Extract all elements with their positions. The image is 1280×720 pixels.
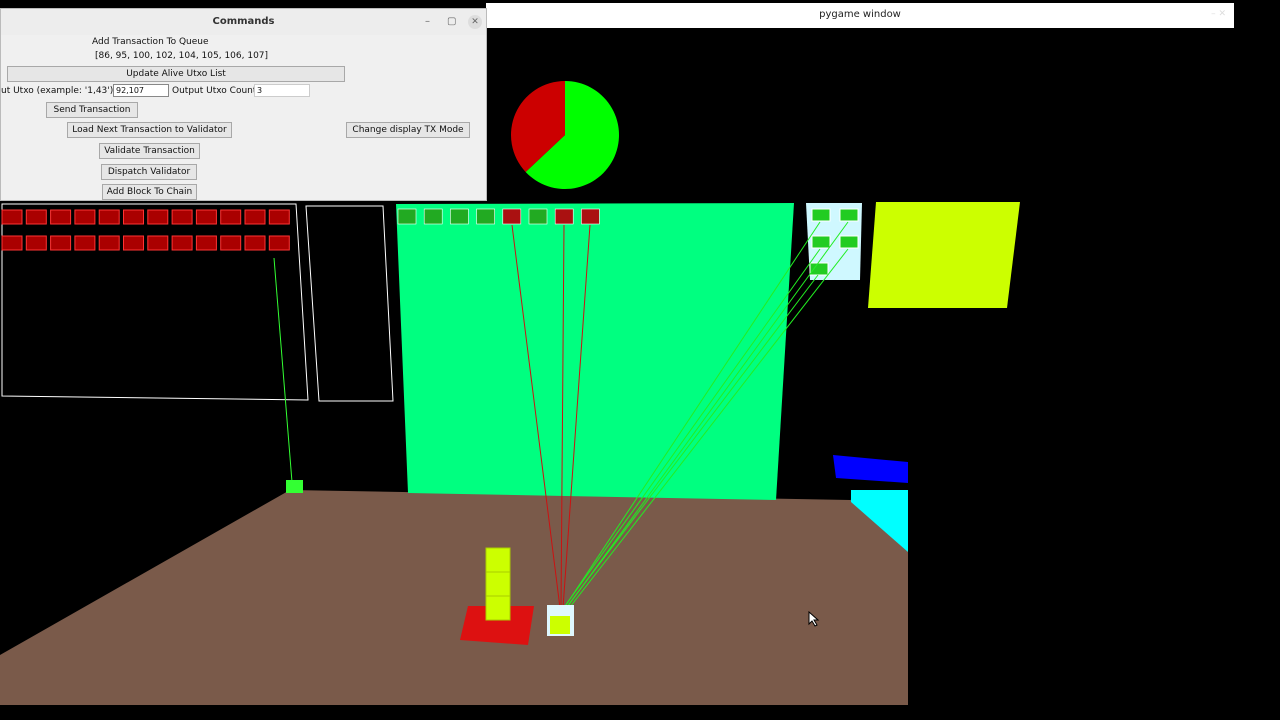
blue-block bbox=[833, 455, 908, 483]
panel-tx-box bbox=[528, 208, 548, 225]
queue-tx-box bbox=[98, 235, 120, 251]
validate-transaction-button[interactable]: Validate Transaction bbox=[99, 143, 200, 159]
dispatch-validator-button[interactable]: Dispatch Validator bbox=[101, 164, 197, 180]
send-transaction-button[interactable]: Send Transaction bbox=[46, 102, 138, 118]
queue-tx-box bbox=[220, 209, 242, 225]
input-utxo-field[interactable]: 92,107 bbox=[113, 84, 169, 97]
queue-tx-box bbox=[50, 209, 72, 225]
queue-tx-box bbox=[1, 235, 23, 251]
queue-tx-box bbox=[1, 209, 23, 225]
queue-tx-box bbox=[50, 235, 72, 251]
yellow-panel bbox=[868, 202, 1020, 308]
panel-tx-box bbox=[397, 208, 417, 225]
panel-tx-box bbox=[423, 208, 443, 225]
panel-tx-box bbox=[554, 208, 574, 225]
alive-utxo-list: [86, 95, 100, 102, 104, 105, 106, 107] bbox=[95, 51, 269, 61]
green-cube bbox=[286, 480, 303, 493]
update-alive-utxo-button[interactable]: Update Alive Utxo List bbox=[7, 66, 345, 82]
queue-tx-box bbox=[171, 235, 193, 251]
input-utxo-label: ut Utxo (example: '1,43') bbox=[1, 86, 114, 96]
output-utxo-count-label: Output Utxo Count bbox=[172, 86, 257, 96]
queue-tx-box bbox=[123, 235, 144, 251]
commands-window[interactable]: Commands – ▢ ✕ Add Transaction To Queue … bbox=[0, 8, 487, 201]
queue-tx-box bbox=[268, 235, 290, 251]
output-utxo-count-field[interactable]: 3 bbox=[254, 84, 310, 97]
queue-tx-box bbox=[171, 209, 193, 225]
panel-tx-box bbox=[476, 208, 495, 225]
close-icon[interactable]: ✕ bbox=[468, 15, 482, 29]
queue-tx-box bbox=[244, 209, 266, 225]
add-tx-heading: Add Transaction To Queue bbox=[92, 37, 209, 47]
queue-tx-box bbox=[123, 209, 144, 225]
queue-tx-box bbox=[147, 209, 169, 225]
mouse-pointer-icon bbox=[808, 611, 820, 627]
panel-tx-box bbox=[502, 208, 522, 225]
load-next-transaction-button[interactable]: Load Next Transaction to Validator bbox=[67, 122, 232, 138]
minimize-icon[interactable]: – bbox=[425, 16, 430, 27]
scene-floor bbox=[0, 490, 908, 705]
maximize-icon[interactable]: ▢ bbox=[447, 16, 456, 27]
panel-tx-box bbox=[581, 208, 600, 225]
add-block-button[interactable]: Add Block To Chain bbox=[102, 184, 197, 200]
chain-tower bbox=[485, 547, 511, 621]
queue-tx-box bbox=[74, 209, 96, 225]
queue-tx-box bbox=[195, 235, 217, 251]
queue-tx-box bbox=[98, 209, 120, 225]
queue-tx-box bbox=[147, 235, 169, 251]
queue-tx-box bbox=[25, 235, 47, 251]
commands-title: Commands bbox=[212, 16, 275, 27]
queue-tx-box bbox=[74, 235, 96, 251]
queue-transactions bbox=[1, 209, 290, 251]
queue-tx-box bbox=[268, 209, 290, 225]
queue-tx-box bbox=[220, 235, 242, 251]
commands-titlebar[interactable]: Commands – ▢ ✕ bbox=[1, 9, 486, 35]
queue-tx-box bbox=[25, 209, 47, 225]
queue-board bbox=[1, 203, 394, 402]
validation-pie-chart bbox=[510, 81, 619, 189]
queue-tx-box bbox=[244, 235, 266, 251]
change-display-mode-button[interactable]: Change display TX Mode bbox=[346, 122, 470, 138]
queue-tx-box bbox=[195, 209, 217, 225]
panel-tx-box bbox=[450, 208, 469, 225]
